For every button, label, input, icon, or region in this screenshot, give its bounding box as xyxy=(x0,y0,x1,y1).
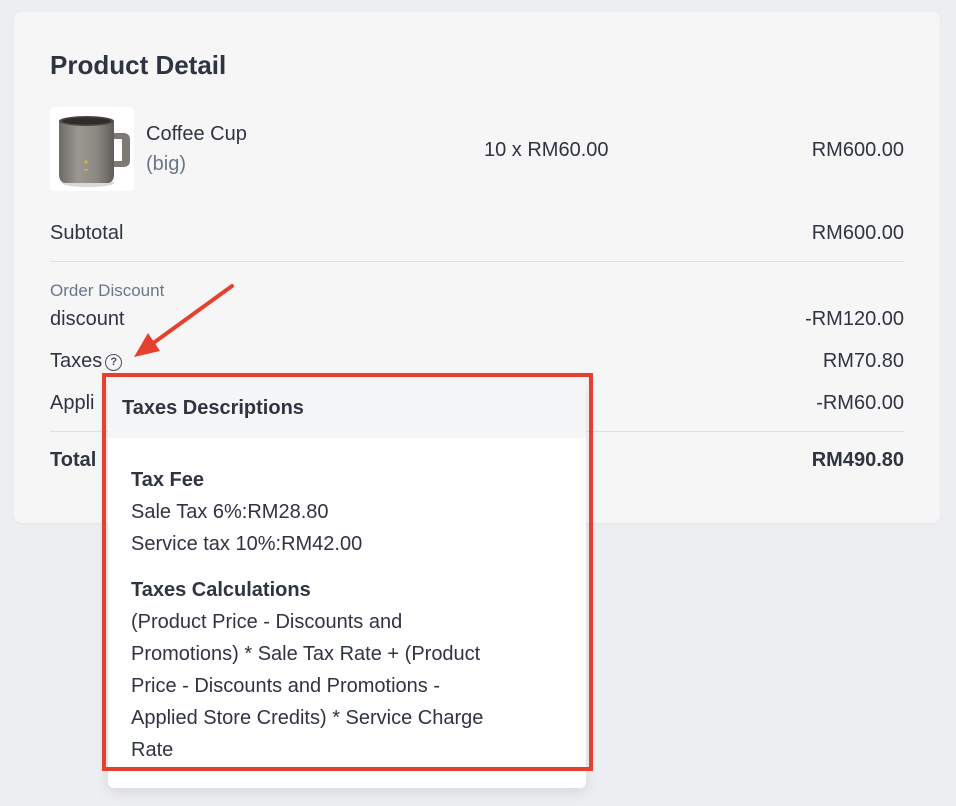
calc-line: Rate xyxy=(131,739,174,761)
taxes-row: Taxes? RM70.80 xyxy=(50,350,904,373)
divider xyxy=(50,261,904,262)
order-discount-label: Order Discount xyxy=(50,281,165,300)
total-label: Total xyxy=(50,449,97,471)
applied-label: Appli xyxy=(50,392,95,414)
calc-line: Price - Discounts and Promotions - xyxy=(131,675,441,697)
taxes-label: Taxes xyxy=(50,350,103,372)
applied-value: -RM60.00 xyxy=(816,392,904,414)
question-circle-icon[interactable]: ? xyxy=(105,354,123,371)
subtotal-value: RM600.00 xyxy=(811,222,904,244)
tax-fee-line-service: Service tax 10%:RM42.00 xyxy=(131,533,363,555)
discount-row: discount -RM120.00 xyxy=(50,308,904,331)
product-variant: (big) xyxy=(146,153,187,175)
discount-value: -RM120.00 xyxy=(805,308,904,330)
popover-body: Tax Fee Sale Tax 6%:RM28.80 Service tax … xyxy=(131,464,551,766)
popover-title: Taxes Descriptions xyxy=(122,397,304,419)
taxes-calculations-heading: Taxes Calculations xyxy=(131,579,311,601)
product-quantity-price: 10 x RM60.00 xyxy=(484,139,609,161)
taxes-descriptions-popover: Taxes Descriptions Tax Fee Sale Tax 6%:R… xyxy=(108,378,586,788)
coffee-mug-image xyxy=(50,107,134,191)
popover-header: Taxes Descriptions xyxy=(108,378,586,438)
taxes-value: RM70.80 xyxy=(822,350,904,372)
total-value: RM490.80 xyxy=(811,449,904,471)
card-title: Product Detail xyxy=(50,50,227,80)
coffee-mug-icon xyxy=(59,116,130,187)
tax-fee-heading: Tax Fee xyxy=(131,469,204,491)
discount-label: discount xyxy=(50,308,125,330)
product-line-total: RM600.00 xyxy=(811,139,904,161)
calc-line: (Product Price - Discounts and xyxy=(131,611,403,633)
product-name: Coffee Cup xyxy=(146,123,247,145)
product-row: Coffee Cup (big) 10 x RM60.00 RM600.00 xyxy=(50,107,904,191)
tax-fee-line-sale: Sale Tax 6%:RM28.80 xyxy=(131,501,329,523)
subtotal-row: Subtotal RM600.00 xyxy=(50,222,904,245)
calc-line: Applied Store Credits) * Service Charge xyxy=(131,707,484,729)
calc-line: Promotions) * Sale Tax Rate + (Product xyxy=(131,643,481,665)
subtotal-label: Subtotal xyxy=(50,222,124,244)
